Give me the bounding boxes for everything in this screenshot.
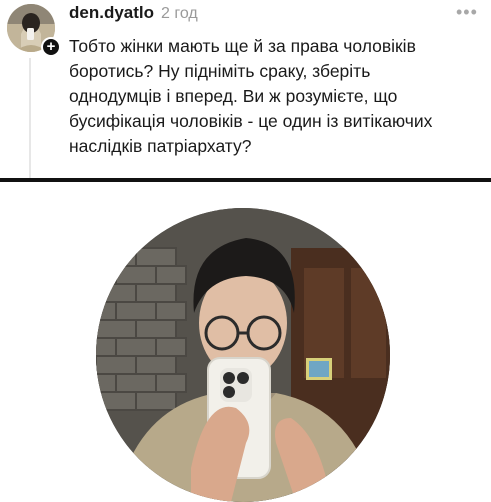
more-options-icon[interactable]: ••• — [456, 2, 478, 23]
comment-line: однодумців і вперед. Ви ж розумієте, що — [69, 86, 398, 106]
profile-photo-section — [0, 182, 491, 502]
comment-line: боротись? Ну підніміть сраку, зберіть — [69, 61, 371, 81]
comment-line: Тобто жінки мають ще й за права чоловікі… — [69, 36, 416, 56]
comment-line: бусифікація чоловіків - це один із витік… — [69, 111, 433, 131]
profile-photo-icon — [96, 208, 390, 502]
profile-photo — [96, 208, 390, 502]
comment-header: den.dyatlo 2 год — [69, 3, 198, 23]
comment-text: Тобто жінки мають ще й за права чоловікі… — [69, 34, 479, 159]
timestamp: 2 год — [161, 5, 198, 22]
comment-line: наслідків патріархату? — [69, 136, 252, 156]
follow-plus-icon[interactable]: + — [41, 37, 61, 57]
thread-line — [29, 58, 31, 178]
comment-card: + den.dyatlo 2 год ••• Тобто жінки мають… — [0, 0, 491, 178]
username[interactable]: den.dyatlo — [69, 3, 154, 23]
